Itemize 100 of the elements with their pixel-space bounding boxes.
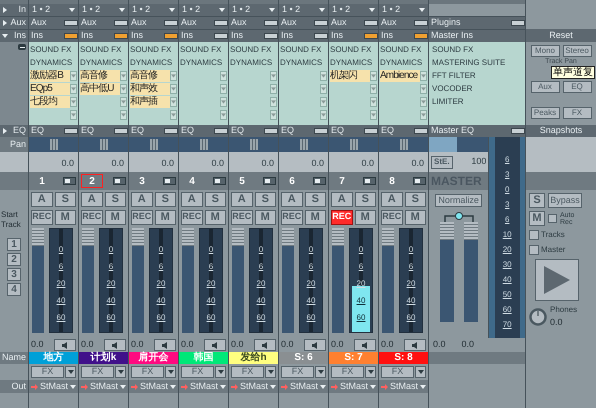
record-button[interactable]: REC [331, 210, 352, 224]
record-button[interactable]: REC [181, 210, 202, 224]
track-number[interactable]: 8 [381, 174, 403, 188]
auto-button[interactable]: A [381, 192, 402, 207]
track-number[interactable]: 2 [81, 174, 103, 188]
slot-dropdown[interactable] [70, 97, 77, 107]
slot-dropdown[interactable] [120, 110, 127, 120]
toggle-switch[interactable] [511, 20, 525, 26]
pan-slider[interactable] [379, 137, 428, 152]
fader-thumb[interactable] [182, 228, 194, 246]
fader-thumb[interactable] [440, 222, 454, 240]
pan-slider[interactable] [229, 137, 278, 152]
fader-thumb[interactable] [32, 228, 44, 246]
toggle-switch[interactable] [364, 128, 378, 134]
effect-group-label[interactable]: DYNAMICS [30, 57, 77, 69]
toggle-switch[interactable] [64, 20, 78, 26]
fx-button[interactable]: FX [181, 366, 214, 378]
toggle-switch[interactable] [414, 128, 428, 134]
track-number[interactable]: 7 [331, 174, 353, 188]
solo-button[interactable]: S [254, 192, 276, 207]
mute-button[interactable]: M [54, 210, 76, 224]
toggle-switch[interactable] [264, 128, 278, 134]
slot-dropdown[interactable] [220, 110, 227, 120]
fx-button[interactable]: FX [231, 366, 264, 378]
plugin-slot[interactable]: Ambience [380, 70, 420, 82]
input-dropdown[interactable]: 1 • 2 [179, 4, 228, 16]
effect-group-label[interactable]: SOUND FX [180, 44, 227, 56]
toggle-switch[interactable] [64, 128, 78, 134]
fx-dropdown[interactable] [165, 366, 176, 378]
auto-button[interactable]: A [331, 192, 352, 207]
auto-button[interactable]: A [81, 192, 102, 207]
expand-triangle-icon[interactable] [2, 128, 8, 134]
track-name[interactable]: 发给h [229, 352, 278, 364]
monitor-button[interactable] [54, 339, 76, 351]
input-dropdown[interactable]: 1 • 2 [79, 4, 128, 16]
volume-fader[interactable] [132, 228, 144, 333]
effect-group-label[interactable]: SOUND FX [330, 44, 377, 56]
track-number[interactable]: 3 [131, 174, 153, 188]
slot-dropdown[interactable] [320, 84, 327, 94]
slot-dropdown[interactable] [320, 97, 327, 107]
slot-dropdown[interactable] [320, 110, 327, 120]
fx-dropdown[interactable] [415, 366, 426, 378]
master-plugin-label[interactable]: SOUND FX [432, 44, 522, 56]
volume-fader[interactable] [282, 228, 294, 333]
solo-button[interactable]: S [529, 193, 545, 208]
effect-group-label[interactable]: SOUND FX [280, 44, 327, 56]
volume-fader[interactable] [32, 228, 44, 333]
slot-dropdown[interactable] [270, 71, 277, 81]
fader-thumb[interactable] [232, 228, 244, 246]
slot-dropdown[interactable] [370, 97, 377, 107]
fx-dropdown[interactable] [365, 366, 376, 378]
fader-thumb[interactable] [132, 228, 144, 246]
solo-button[interactable]: S [404, 192, 426, 207]
fader-thumb[interactable] [382, 228, 394, 246]
fader-thumb[interactable] [332, 228, 344, 246]
checkbox[interactable] [548, 214, 557, 223]
collapse-icon[interactable] [18, 44, 26, 50]
effect-group-label[interactable]: DYNAMICS [230, 57, 277, 69]
solo-button[interactable]: S [204, 192, 226, 207]
master-plugin-label[interactable]: FFT FILTER [432, 70, 522, 82]
effect-group-label[interactable]: DYNAMICS [80, 57, 127, 69]
output-dropdown[interactable]: StMast [329, 380, 378, 393]
record-button[interactable]: REC [31, 210, 52, 224]
slot-dropdown[interactable] [170, 84, 177, 94]
play-button[interactable] [535, 259, 579, 301]
input-dropdown[interactable]: 1 • 2 [129, 4, 178, 16]
pan-slider[interactable] [79, 137, 128, 152]
input-dropdown[interactable]: 1 • 2 [229, 4, 278, 16]
input-dropdown[interactable]: 1 • 2 [29, 4, 78, 16]
toggle-switch[interactable] [214, 20, 228, 26]
slot-dropdown[interactable] [420, 84, 427, 94]
volume-fader[interactable] [82, 228, 94, 333]
plugin-slot[interactable]: 和声插 [130, 96, 170, 108]
track-number[interactable]: 5 [231, 174, 253, 188]
monitor-button[interactable] [254, 339, 276, 351]
slot-dropdown[interactable] [420, 97, 427, 107]
toggle-switch[interactable] [214, 128, 228, 134]
fx-dropdown[interactable] [65, 366, 76, 378]
start-track-button[interactable]: 2 [7, 253, 21, 266]
solo-button[interactable]: S [104, 192, 126, 207]
monitor-button[interactable] [404, 339, 426, 351]
pan-thumb[interactable] [100, 139, 108, 150]
volume-fader[interactable] [232, 228, 244, 333]
record-button[interactable]: REC [81, 210, 102, 224]
slot-dropdown[interactable] [270, 84, 277, 94]
effect-group-label[interactable]: DYNAMICS [180, 57, 227, 69]
master-plugin-label[interactable]: VOCODER [432, 83, 522, 95]
auto-button[interactable]: A [131, 192, 152, 207]
auto-button[interactable]: A [281, 192, 302, 207]
toggle-switch[interactable] [214, 33, 228, 39]
mute-button[interactable]: M [254, 210, 276, 224]
record-button[interactable]: REC [381, 210, 402, 224]
mono-button[interactable]: Mono [530, 45, 560, 57]
peaks-button[interactable]: Peaks [530, 107, 560, 119]
slot-dropdown[interactable] [70, 71, 77, 81]
slot-dropdown[interactable] [70, 84, 77, 94]
auto-button[interactable]: A [181, 192, 202, 207]
output-dropdown[interactable]: StMast [229, 380, 278, 393]
toggle-switch[interactable] [264, 20, 278, 26]
slot-dropdown[interactable] [220, 71, 227, 81]
